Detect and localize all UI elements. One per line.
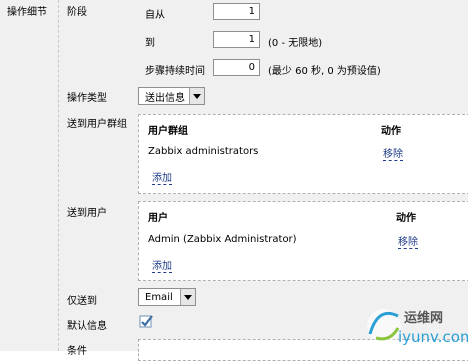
watermark-logo: 运维网 iyunv.com bbox=[360, 300, 468, 351]
step-duration-input[interactable] bbox=[213, 59, 260, 76]
send-only-to-select[interactable]: Email bbox=[138, 288, 196, 306]
default-message-label: 默认信息 bbox=[67, 321, 107, 332]
section-title: 操作细节 bbox=[7, 7, 47, 18]
user-groups-label: 送到用户群组 bbox=[67, 119, 127, 130]
stage-from-input[interactable] bbox=[213, 3, 260, 20]
chevron-down-icon bbox=[180, 289, 195, 305]
stage-to-input[interactable] bbox=[213, 31, 260, 48]
step-duration-label: 步骤持续时间 bbox=[145, 66, 205, 77]
watermark-text-cn: 运维网 bbox=[404, 310, 443, 326]
users-label: 送到用户 bbox=[67, 208, 107, 219]
send-only-to-value: Email bbox=[145, 291, 173, 303]
stage-from-label: 自从 bbox=[145, 10, 165, 21]
users-box: 用户 动作 Admin (Zabbix Administrator) 移除 添加 bbox=[138, 201, 468, 281]
operation-type-label: 操作类型 bbox=[67, 93, 107, 104]
watermark-text-url: iyunv.com bbox=[398, 328, 468, 346]
users-col-action: 动作 bbox=[396, 213, 416, 224]
operation-details-form: 阶段 自从 到 (0 - 无限地) 步骤持续时间 (最少 60 秒, 0 为预设… bbox=[58, 0, 468, 361]
left-column: 操作细节 bbox=[0, 0, 59, 351]
step-duration-hint: (最少 60 秒, 0 为预设值) bbox=[268, 66, 381, 77]
user-groups-box: 用户群组 动作 Zabbix administrators 移除 添加 bbox=[138, 114, 468, 194]
operation-type-select[interactable]: 送出信息 bbox=[138, 87, 205, 105]
stage-to-hint: (0 - 无限地) bbox=[268, 38, 323, 49]
users-col-name: 用户 bbox=[148, 213, 168, 224]
default-message-checkbox[interactable] bbox=[138, 313, 154, 329]
send-only-to-label: 仅送到 bbox=[67, 296, 97, 307]
operation-type-value: 送出信息 bbox=[145, 92, 185, 104]
user-remove-link[interactable]: 移除 bbox=[398, 233, 418, 249]
stage-label: 阶段 bbox=[67, 7, 87, 18]
conditions-label: 条件 bbox=[67, 346, 87, 357]
user-group-add-link[interactable]: 添加 bbox=[152, 169, 172, 185]
checkmark-icon bbox=[139, 315, 153, 328]
chevron-down-icon bbox=[189, 88, 204, 104]
user-group-remove-link[interactable]: 移除 bbox=[383, 145, 403, 161]
user-groups-col-action: 动作 bbox=[381, 126, 401, 137]
stage-to-label: 到 bbox=[145, 38, 155, 49]
user-add-link[interactable]: 添加 bbox=[152, 257, 172, 273]
user-group-row-name: Zabbix administrators bbox=[148, 146, 259, 157]
user-groups-col-name: 用户群组 bbox=[148, 126, 188, 137]
user-row-name: Admin (Zabbix Administrator) bbox=[148, 234, 297, 245]
